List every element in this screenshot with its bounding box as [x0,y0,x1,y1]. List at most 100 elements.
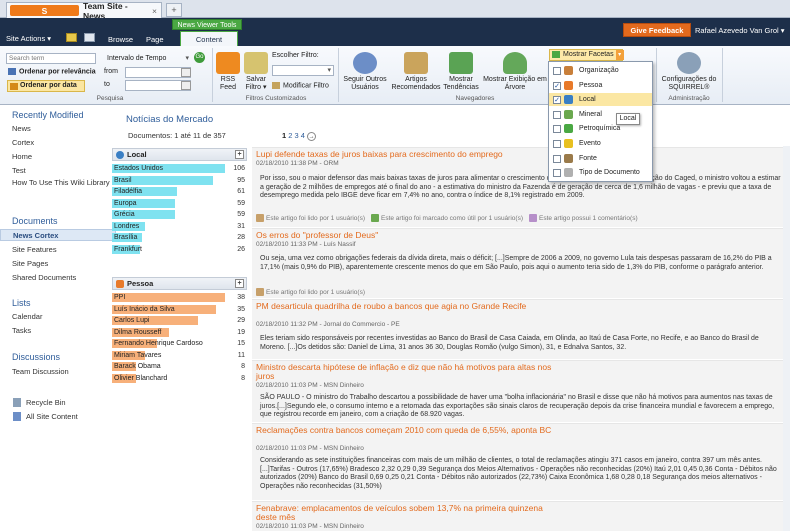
facet-row-local[interactable]: Grécia 59 [112,209,247,220]
person-icon [116,280,124,288]
facet-option[interactable]: Tipo de Documento [549,166,652,179]
facet-header-local[interactable]: Local + [112,148,247,161]
go-button[interactable]: Go [194,52,205,63]
facet-row-local[interactable]: Frankfurt 26 [112,244,247,255]
checkbox[interactable]: ✓ [553,96,561,105]
facet-row-local[interactable]: Filadélfia 61 [112,186,247,197]
article-title-link[interactable]: Fenabrave: emplacamentos de veículos sob… [256,504,556,522]
page-link[interactable]: 3 [295,131,299,140]
nav-item-site-pages[interactable]: Site Pages [12,259,48,268]
checkbox[interactable] [553,67,561,75]
expand-icon[interactable]: + [235,279,244,288]
article-title-link[interactable]: Ministro descarta hipótese de inflação e… [256,363,556,381]
article-stat[interactable]: Este artigo foi lido por 1 usuário(s) [266,289,365,296]
page-link[interactable]: 2 [288,131,292,140]
edit-page-icon[interactable] [84,33,95,42]
browser-tab[interactable]: S Team Site - News × [6,1,162,21]
discussions-heading[interactable]: Discussions [12,352,60,362]
facet-option[interactable]: Organização [549,64,652,77]
page-link[interactable]: 1 [282,131,286,140]
facet-row-pessoa[interactable]: Olivier Blanchard 8 [112,373,247,384]
facet-row-pessoa[interactable]: Fernando Henrique Cardoso 15 [112,338,247,349]
article-title-link[interactable]: PM desarticula quadrilha de roubo a banc… [256,302,556,311]
sort-relevance-button[interactable]: Ordenar por relevância [8,68,96,75]
nav-item-home[interactable]: Home [12,152,32,161]
sort-date-button[interactable]: Ordenar por data [7,80,85,92]
facet-row-pessoa[interactable]: Carlos Lupi 29 [112,315,247,326]
checkbox[interactable] [553,169,561,178]
article-title-link[interactable]: Os erros do "professor de Deus" [256,231,556,240]
facet-row-local[interactable]: Brasília 28 [112,232,247,243]
facet-row-pessoa[interactable]: Barack Obama 8 [112,361,247,372]
give-feedback-button[interactable]: Give Feedback [623,23,691,37]
facet-row-pessoa[interactable]: Dilma Rousseff 19 [112,327,247,338]
checkbox[interactable]: ✓ [553,81,561,90]
facet-option[interactable]: ✓ Local [549,93,652,107]
facet-row-pessoa[interactable]: Miriam Tavares 11 [112,350,247,361]
squirrel-settings-button[interactable]: Configurações do SQUIRREL® [658,52,720,92]
article-stat[interactable]: Este artigo foi marcado como útil por 1 … [381,215,523,222]
nav-item-wiki[interactable]: How To Use This Wiki Library [12,178,110,187]
facet-header-pessoa[interactable]: Pessoa + [112,277,247,290]
facet-row-local[interactable]: Brasil 95 [112,175,247,186]
recent-heading[interactable]: Recently Modified [12,110,84,120]
nav-item-calendar[interactable]: Calendar [12,312,42,321]
expand-icon[interactable]: + [235,150,244,159]
tab-page[interactable]: Page [146,35,164,44]
user-menu[interactable]: Rafael Azevedo Van Grol ▾ [695,26,785,35]
all-site-content-link[interactable]: All Site Content [26,412,78,421]
time-interval-select[interactable]: Intervalo de Tempo [105,53,191,64]
article-stat[interactable]: Este artigo foi lido por 1 usuário(s) [266,215,365,222]
tab-browse[interactable]: Browse [108,35,133,44]
folder-icon[interactable] [66,33,77,42]
facet-count: 31 [237,222,245,230]
choose-filter-select[interactable] [272,65,334,76]
facet-row-pessoa[interactable]: PPI 38 [112,292,247,303]
nav-item-site-features[interactable]: Site Features [12,245,57,254]
scrollbar[interactable] [783,146,790,531]
nav-item-team-discussion[interactable]: Team Discussion [12,367,69,376]
tree-view-button[interactable]: Mostrar Exibição em Árvore [482,52,548,92]
nav-item-test[interactable]: Test [12,166,26,175]
save-filter-button[interactable]: Salvar Filtro ▾ [242,52,270,92]
facet-row-local[interactable]: Estados Unidos 106 [112,163,247,174]
facet-option[interactable]: Fonte [549,152,652,165]
documents-heading[interactable]: Documents [12,216,58,226]
page-link[interactable]: 4 [301,131,305,140]
facet-row-local[interactable]: Londres 31 [112,221,247,232]
facet-count: 106 [233,165,245,172]
nav-item-news-cortex[interactable]: News Cortex [0,229,116,241]
search-input[interactable] [6,53,96,64]
checkbox[interactable] [553,125,561,134]
facet-option[interactable]: Evento [549,137,652,150]
facet-row-local[interactable]: Europa 59 [112,198,247,209]
show-facets-button[interactable]: Mostrar Facetas ▾ [549,49,624,61]
recycle-bin-link[interactable]: Recycle Bin [26,398,66,407]
recommended-articles-button[interactable]: Artigos Recomendados [390,52,442,92]
checkbox[interactable] [553,154,561,163]
site-actions-menu[interactable]: Site Actions ▾ [6,34,51,43]
calendar-icon[interactable] [181,68,191,77]
checkbox[interactable] [553,110,561,119]
rss-feed-button[interactable]: RSS Feed [216,52,240,92]
nav-item-cortex[interactable]: Cortex [12,138,34,147]
follow-users-button[interactable]: Seguir Outros Usuários [340,52,390,92]
chevron-down-icon[interactable]: ▾ [615,50,624,60]
lists-heading[interactable]: Lists [12,298,31,308]
next-page-icon[interactable]: → [307,131,317,141]
article-stat[interactable]: Este artigo possui 1 comentário(s) [539,215,638,222]
new-tab-button[interactable]: + [166,3,182,17]
nav-item-shared-documents[interactable]: Shared Documents [12,273,76,282]
tab-content[interactable]: Content [180,31,238,46]
close-tab-icon[interactable]: × [152,6,157,16]
article-title-link[interactable]: Lupi defende taxas de juros baixas para … [256,150,556,159]
article-title-link[interactable]: Reclamações contra bancos começam 2010 c… [256,426,556,435]
show-trends-button[interactable]: Mostrar Tendências [442,52,480,92]
modify-filter-button[interactable]: Modificar Filtro [272,82,329,89]
facet-row-pessoa[interactable]: Luís Inácio da Silva 35 [112,304,247,315]
facet-option[interactable]: ✓ Pessoa [549,79,652,92]
calendar-icon[interactable] [181,81,191,90]
nav-item-tasks[interactable]: Tasks [12,326,31,335]
checkbox[interactable] [553,140,561,148]
nav-item-news[interactable]: News [12,124,31,133]
